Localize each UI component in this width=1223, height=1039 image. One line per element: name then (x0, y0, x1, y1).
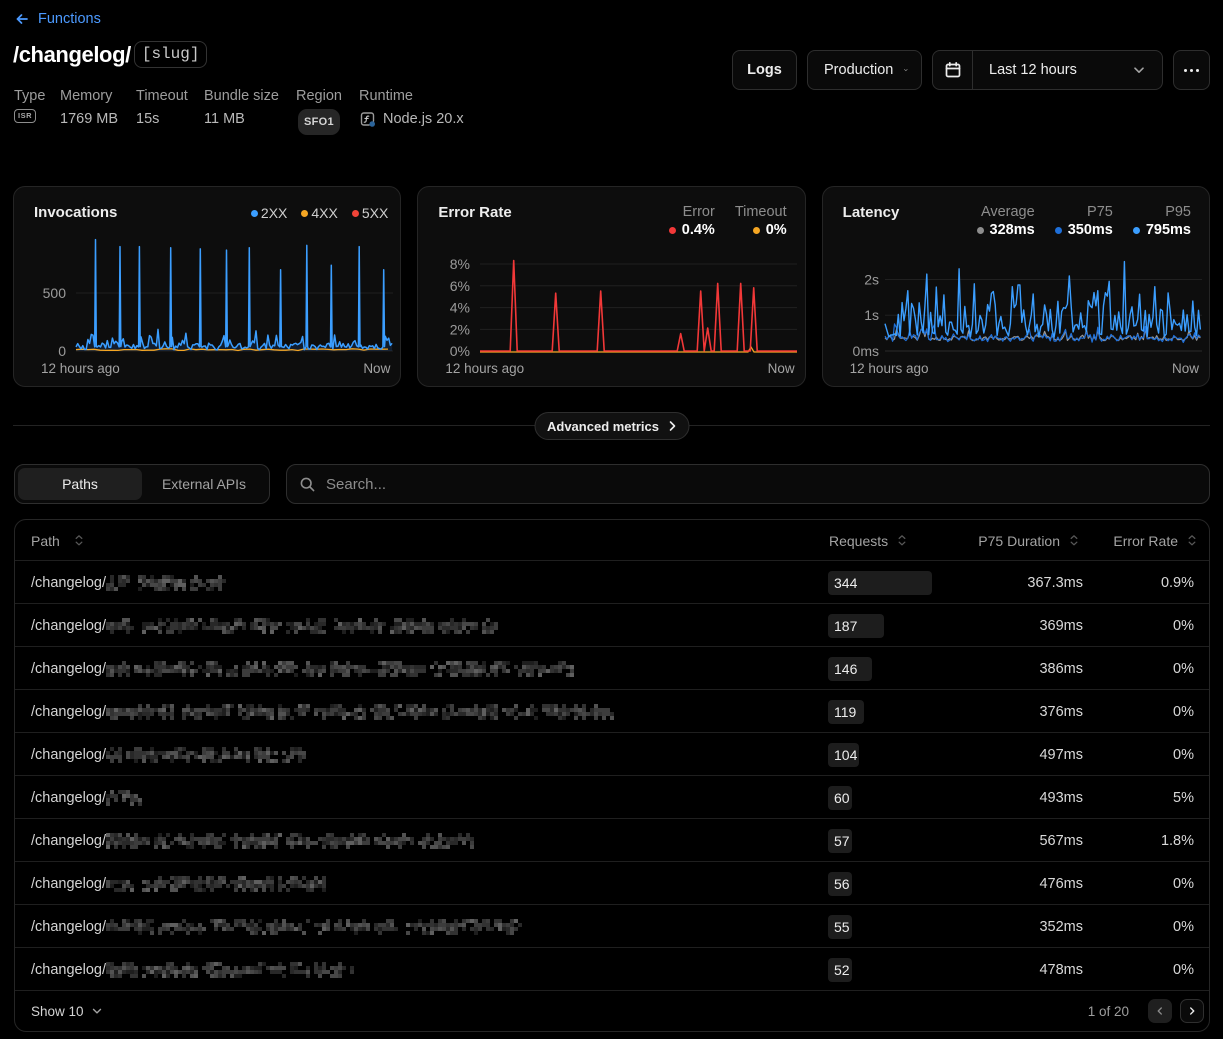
svg-text:8%: 8% (450, 256, 470, 272)
svg-text:2%: 2% (450, 321, 470, 337)
svg-text:1s: 1s (864, 307, 879, 323)
svg-text:0: 0 (58, 343, 66, 359)
svg-text:0ms: 0ms (852, 343, 878, 359)
svg-text:4%: 4% (450, 300, 470, 316)
svg-text:0%: 0% (450, 343, 470, 359)
svg-text:500: 500 (43, 285, 67, 301)
svg-text:6%: 6% (450, 278, 470, 294)
svg-text:2s: 2s (864, 272, 879, 288)
